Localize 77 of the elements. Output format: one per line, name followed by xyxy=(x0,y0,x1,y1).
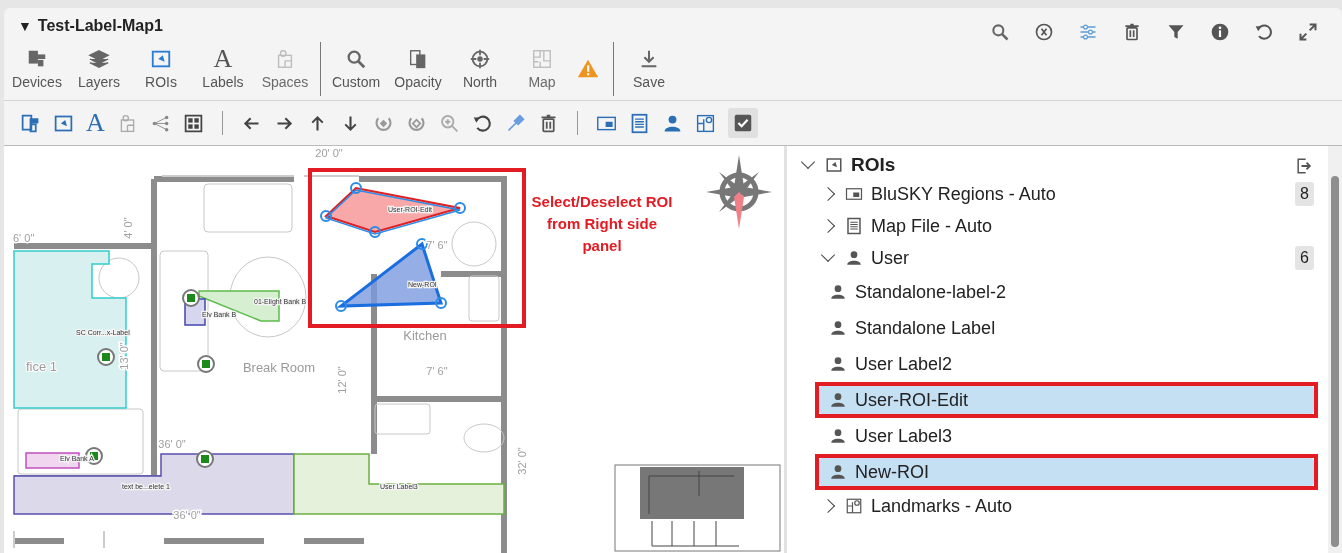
toolbar-button[interactable]: North xyxy=(449,42,511,96)
tree-root-label[interactable]: ROIs xyxy=(851,154,896,176)
collapse-caret[interactable]: ▼ xyxy=(18,18,32,34)
tree-item[interactable]: BluSKY Regions - Auto xyxy=(871,183,1056,205)
roi-icon xyxy=(150,48,172,70)
file-icon xyxy=(845,217,863,235)
roi-icon xyxy=(825,156,843,174)
room-label: Kitchen xyxy=(403,328,447,343)
tree-item[interactable]: User Label2 xyxy=(819,350,1314,378)
user-icon xyxy=(829,391,847,409)
tree-item[interactable]: User xyxy=(871,247,909,269)
compass-icon xyxy=(469,48,491,70)
user-icon xyxy=(829,463,847,481)
tree-item[interactable]: User-ROI-Edit xyxy=(819,386,1314,414)
roi-polygon[interactable] xyxy=(320,182,466,238)
search-icon xyxy=(345,48,367,70)
tree-item[interactable]: Standalone-label-2 xyxy=(819,278,1314,306)
dimension-label: 6' 0" xyxy=(13,232,35,244)
dimension-label: 7' 6" xyxy=(426,239,448,251)
tree-item[interactable]: User Label3 xyxy=(819,422,1314,450)
landmark-icon[interactable] xyxy=(694,112,716,134)
roi-polygon[interactable] xyxy=(335,238,447,312)
toolbar-button[interactable]: Devices xyxy=(6,42,68,96)
dimension-label: 13' 0" xyxy=(118,342,130,370)
user-icon xyxy=(829,283,847,301)
reset-icon[interactable] xyxy=(1254,22,1274,42)
compass-rose-icon xyxy=(706,155,772,229)
expand-icon[interactable] xyxy=(1298,22,1318,42)
delete-icon[interactable] xyxy=(1122,22,1142,42)
dimension-label: 36' 0" xyxy=(158,438,186,450)
grid-icon[interactable] xyxy=(182,112,204,134)
device-icon[interactable] xyxy=(20,112,41,134)
info-icon[interactable] xyxy=(1210,22,1230,42)
room-label: fice 1 xyxy=(26,359,58,374)
toolbar-button[interactable]: ROIs xyxy=(130,42,192,96)
search-icon[interactable] xyxy=(990,22,1010,42)
annotation-text: Select/Deselect ROI from Right side panel xyxy=(531,192,673,256)
toolbar-button[interactable]: Layers xyxy=(68,42,130,96)
dimension-label: 20' 0" xyxy=(315,147,343,159)
toolbar-button[interactable]: Save xyxy=(618,42,680,96)
device-marker[interactable] xyxy=(197,355,215,373)
minimap[interactable] xyxy=(614,464,781,552)
clear-icon[interactable] xyxy=(1034,22,1054,42)
region-icon xyxy=(845,185,863,203)
scrollbar[interactable] xyxy=(1328,146,1342,553)
device-marker[interactable] xyxy=(97,348,115,366)
warning-icon xyxy=(577,58,599,80)
landmark-icon xyxy=(845,497,863,515)
count-badge: 6 xyxy=(1295,246,1314,270)
count-badge: 8 xyxy=(1295,182,1314,206)
text-tool[interactable]: A xyxy=(86,112,105,134)
layers-icon xyxy=(88,48,110,70)
user-icon xyxy=(845,249,863,267)
tree-item[interactable]: Landmarks - Auto xyxy=(871,495,1013,517)
dimension-label: 4' 0" xyxy=(122,217,134,239)
device-marker[interactable] xyxy=(196,450,214,468)
toolbar-button[interactable]: Opacity xyxy=(387,42,449,96)
tree-item[interactable]: Map File - Auto xyxy=(871,215,993,237)
toolbar-button[interactable]: Custom xyxy=(325,42,387,96)
edit-mode-checkbox[interactable] xyxy=(727,108,758,138)
user-icon xyxy=(829,427,847,445)
floor-plan-canvas[interactable] xyxy=(4,146,787,553)
user-icon xyxy=(829,355,847,373)
export-icon[interactable] xyxy=(1294,156,1314,176)
room-label: Break Room xyxy=(242,360,316,375)
map-title: Test-Label-Map1 xyxy=(37,17,163,35)
user-icon xyxy=(829,319,847,337)
toolbar-button[interactable]: A Labels xyxy=(192,42,254,96)
tree-item[interactable]: New-ROI xyxy=(819,458,1314,486)
device-marker[interactable] xyxy=(182,289,200,307)
filter-icon[interactable] xyxy=(1166,22,1186,42)
dimension-label: 7' 6" xyxy=(426,365,448,377)
dimension-label: 32' 0" xyxy=(516,447,528,475)
dimension-label: 12' 0" xyxy=(336,366,348,394)
sliders-icon[interactable] xyxy=(1078,22,1098,42)
floor-plan-icon xyxy=(531,48,553,70)
tree-item[interactable]: Standalone Label xyxy=(819,314,1314,342)
